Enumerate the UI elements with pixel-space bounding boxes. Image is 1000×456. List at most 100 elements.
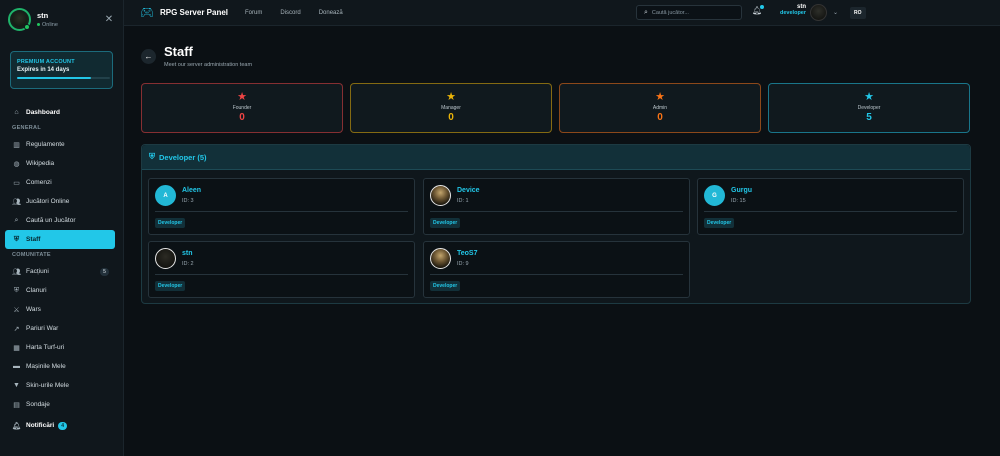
swords-icon: ⚔ bbox=[13, 306, 20, 314]
member-id: ID: 15 bbox=[731, 198, 746, 204]
online-dot bbox=[24, 23, 30, 30]
member-card[interactable]: A Aleen ID: 3 Developer bbox=[148, 178, 415, 235]
premium-card: PREMIUM ACCOUNT Expires in 14 days bbox=[10, 51, 113, 89]
member-name[interactable]: Aleen bbox=[182, 187, 201, 194]
home-icon: ⌂ bbox=[14, 109, 19, 116]
notifications-badge: 4 bbox=[58, 421, 68, 430]
premium-progress bbox=[17, 77, 110, 79]
gamepad-icon: 🎮︎ bbox=[140, 7, 154, 19]
close-icon[interactable]: ✕ bbox=[103, 14, 115, 25]
member-name[interactable]: stn bbox=[182, 250, 193, 257]
sidebar-item-label: Caută un Jucător bbox=[26, 217, 76, 224]
sidebar-item-label: Clanuri bbox=[26, 287, 47, 294]
premium-expiry: Expires in 14 days bbox=[17, 67, 70, 73]
premium-title: PREMIUM ACCOUNT bbox=[17, 59, 75, 65]
nav-link-discord[interactable]: Discord bbox=[280, 10, 300, 16]
shirt-icon: ▼ bbox=[13, 382, 20, 389]
top-nav: Forum Discord Donează bbox=[245, 10, 361, 16]
main-content: ← Staff Meet our server administration t… bbox=[124, 27, 1000, 456]
sidebar-item-harta-turf-uri[interactable]: ▦ Harta Turf-uri bbox=[5, 338, 115, 357]
divider bbox=[704, 211, 957, 212]
search-icon: ⌕ bbox=[14, 216, 19, 224]
group-header: ⛨ Developer (5) bbox=[142, 145, 970, 170]
globe-icon: ◍ bbox=[13, 160, 20, 168]
member-id: ID: 1 bbox=[457, 198, 469, 204]
star-icon: ★ bbox=[446, 91, 456, 103]
back-button[interactable]: ← bbox=[141, 49, 156, 64]
shield-icon: ⛨ bbox=[13, 286, 20, 294]
trend-icon: ↗ bbox=[13, 325, 20, 333]
profile-status: Online bbox=[37, 22, 103, 28]
search-icon: ⌕ bbox=[644, 8, 648, 16]
sidebar-item-comenzi[interactable]: ▭ Comenzi bbox=[5, 173, 115, 192]
member-avatar bbox=[430, 185, 451, 206]
poll-icon: ▤ bbox=[13, 401, 20, 409]
header-avatar[interactable] bbox=[810, 4, 827, 21]
bell-icon: 🔔︎ bbox=[12, 422, 21, 430]
sidebar-item-notifications[interactable]: 🔔︎ Notificări 4 bbox=[5, 416, 115, 435]
role-badge: Developer bbox=[430, 218, 461, 228]
notifications-bell-icon[interactable]: 🔔︎ bbox=[752, 5, 765, 15]
nav-link-forum[interactable]: Forum bbox=[245, 10, 262, 16]
rank-label: Admin bbox=[652, 105, 668, 111]
member-name[interactable]: TeoS7 bbox=[457, 250, 478, 257]
shield-icon: ⛨ bbox=[149, 152, 155, 161]
member-name[interactable]: Device bbox=[457, 187, 480, 194]
sidebar-profile: stn Online ✕ bbox=[0, 0, 123, 38]
role-badge: Developer bbox=[704, 218, 735, 228]
member-id: ID: 3 bbox=[182, 198, 194, 204]
header-user[interactable]: stn developer bbox=[766, 4, 806, 16]
search-input[interactable]: ⌕ Caută jucător... bbox=[636, 5, 742, 20]
sidebar-item-pariuri-war[interactable]: ↗ Pariuri War bbox=[5, 319, 115, 338]
star-icon: ★ bbox=[655, 91, 665, 103]
member-card[interactable]: G Gurgu ID: 15 Developer bbox=[697, 178, 964, 235]
sidebar-item-label: Facțiuni bbox=[26, 268, 49, 275]
sidebar-item-dashboard[interactable]: ⌂ Dashboard bbox=[5, 103, 115, 122]
member-card[interactable]: TeoS7 ID: 9 Developer bbox=[423, 241, 690, 298]
rank-count: 0 bbox=[448, 112, 454, 123]
avatar[interactable] bbox=[8, 7, 31, 31]
nav-link-donate[interactable]: Donează bbox=[319, 10, 343, 16]
member-card[interactable]: Device ID: 1 Developer bbox=[423, 178, 690, 235]
language-button[interactable]: RO bbox=[850, 7, 866, 19]
sidebar-item-wars[interactable]: ⚔ Wars bbox=[5, 300, 115, 319]
sidebar-item-fac-iuni[interactable]: 👥︎ Facțiuni 5 bbox=[5, 262, 115, 281]
sidebar-item-ma-inile-mele[interactable]: ▬ Mașinile Mele bbox=[5, 357, 115, 376]
rank-count: 5 bbox=[866, 112, 872, 123]
rank-card-developer: ★ Developer 5 bbox=[768, 83, 970, 133]
sidebar-item-regulamente[interactable]: ▥ Regulamente bbox=[5, 135, 115, 154]
sidebar-item-skin-urile-mele[interactable]: ▼ Skin-urile Mele bbox=[5, 376, 115, 395]
chevron-down-icon[interactable]: ⌄ bbox=[833, 9, 838, 16]
sidebar-item-clanuri[interactable]: ⛨ Clanuri bbox=[5, 281, 115, 300]
member-name[interactable]: Gurgu bbox=[731, 187, 752, 194]
users-icon: 👥︎ bbox=[12, 268, 21, 276]
member-avatar: G bbox=[704, 185, 725, 206]
divider bbox=[155, 211, 408, 212]
developer-group: ⛨ Developer (5) A Aleen ID: 3 Developer Devi… bbox=[141, 144, 971, 304]
sidebar-item-label: Comenzi bbox=[26, 179, 52, 186]
map-icon: ▦ bbox=[13, 344, 20, 352]
sidebar-item-sondaje[interactable]: ▤ Sondaje bbox=[5, 395, 115, 414]
sidebar-item-label: Wikipedia bbox=[26, 160, 55, 167]
star-icon: ★ bbox=[864, 91, 874, 103]
top-bar: 🎮︎ RPG Server Panel Forum Discord Doneaz… bbox=[124, 0, 1000, 26]
sidebar: stn Online ✕ PREMIUM ACCOUNT Expires in … bbox=[0, 0, 124, 456]
member-card[interactable]: stn ID: 2 Developer bbox=[148, 241, 415, 298]
sidebar-item-staff[interactable]: ⛨ Staff bbox=[5, 230, 115, 249]
rank-card-founder: ★ Founder 0 bbox=[141, 83, 343, 133]
brand[interactable]: 🎮︎ RPG Server Panel bbox=[140, 6, 228, 19]
sidebar-item-label: Jucători Online bbox=[26, 198, 70, 205]
rank-card-admin: ★ Admin 0 bbox=[559, 83, 761, 133]
sidebar-item-juc-tori-online[interactable]: 👥︎ Jucători Online bbox=[5, 192, 115, 211]
shield-icon: ⛨ bbox=[13, 235, 20, 243]
sidebar-item-caut-un-juc-tor[interactable]: ⌕ Caută un Jucător bbox=[5, 211, 115, 230]
sidebar-item-label: Pariuri War bbox=[26, 325, 59, 332]
divider bbox=[155, 274, 408, 275]
sidebar-nav: ⌂ Dashboard GENERAL ▥ Regulamente ◍ Wikiped… bbox=[0, 103, 123, 435]
sidebar-item-label: Mașinile Mele bbox=[26, 363, 66, 370]
users-icon: 👥︎ bbox=[12, 198, 21, 206]
member-id: ID: 9 bbox=[457, 261, 469, 267]
book-icon: ▥ bbox=[13, 141, 20, 149]
profile-name: stn bbox=[37, 10, 49, 20]
sidebar-item-wikipedia[interactable]: ◍ Wikipedia bbox=[5, 154, 115, 173]
